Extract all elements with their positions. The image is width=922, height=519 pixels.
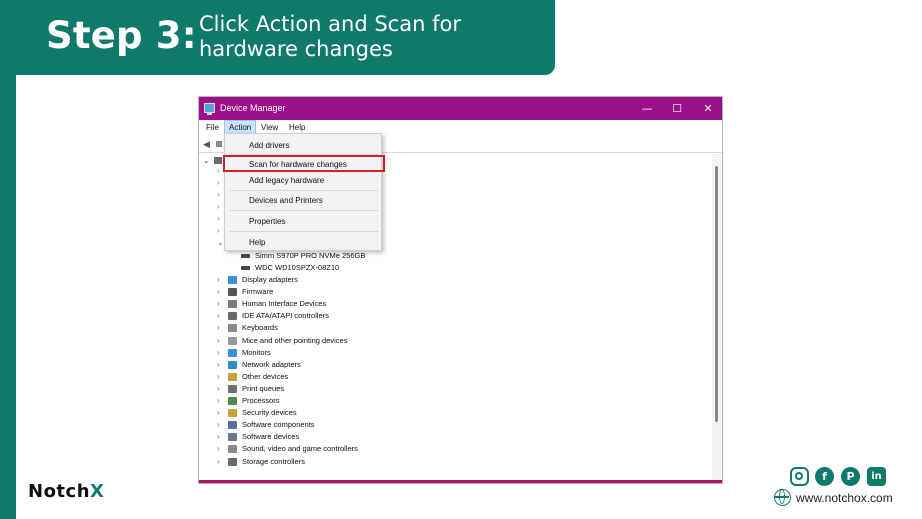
chevron-right-icon[interactable]: › (217, 298, 225, 310)
chevron-right-icon[interactable]: › (217, 359, 225, 371)
back-arrow-icon[interactable]: ◀ (203, 139, 213, 149)
left-accent-strip (0, 0, 16, 519)
pinterest-icon[interactable]: P (841, 467, 860, 486)
menu-file[interactable]: File (202, 120, 223, 135)
monitor-icon (228, 348, 237, 357)
website-link[interactable]: www.notchox.com (796, 490, 893, 506)
disk-drive-icon (241, 254, 250, 258)
menu-item-properties[interactable]: Properties (249, 216, 285, 227)
network-adapter-icon (228, 360, 237, 369)
facebook-icon[interactable]: f (815, 467, 834, 486)
display-adapter-icon (228, 276, 237, 284)
other-devices-icon (228, 372, 237, 381)
device-manager-icon (204, 103, 215, 115)
minimize-button[interactable]: — (632, 97, 662, 120)
menu-separator (230, 190, 378, 191)
step-label: Step 3: (46, 14, 197, 57)
printer-icon (228, 384, 237, 393)
computer-icon (214, 157, 222, 164)
notchox-logo: NotchX (28, 481, 105, 502)
title-bar[interactable]: Device Manager — ☐ ✕ (199, 97, 722, 120)
security-device-icon (228, 409, 237, 418)
linkedin-icon[interactable]: in (867, 467, 886, 486)
chevron-right-icon[interactable]: › (217, 407, 225, 419)
close-button[interactable]: ✕ (693, 97, 722, 120)
chevron-right-icon[interactable]: › (217, 347, 225, 359)
scan-highlight-box (223, 155, 385, 172)
chevron-right-icon[interactable]: › (217, 443, 225, 455)
chevron-right-icon[interactable]: › (217, 310, 225, 322)
vertical-scrollbar[interactable] (712, 154, 721, 480)
chevron-right-icon[interactable]: › (217, 383, 225, 395)
disk-drive-icon (241, 266, 250, 270)
software-component-icon (228, 421, 237, 430)
chevron-right-icon[interactable]: › (217, 335, 225, 347)
menu-item-help[interactable]: Help (249, 237, 265, 248)
hid-icon (228, 300, 237, 309)
step-banner: Step 3: Click Action and Scan for hardwa… (0, 0, 555, 75)
device-manager-window: Device Manager — ☐ ✕ File Action View He… (198, 96, 723, 484)
toolbar-button-icon[interactable] (216, 141, 222, 147)
chevron-right-icon[interactable]: › (217, 214, 220, 223)
chevron-right-icon[interactable]: › (217, 456, 225, 468)
step-description: Click Action and Scan for hardware chang… (199, 12, 461, 61)
firmware-icon (228, 288, 237, 297)
menu-item-devices-printers[interactable]: Devices and Printers (249, 195, 323, 206)
keyboard-icon (228, 324, 237, 333)
chevron-right-icon[interactable]: › (217, 395, 225, 407)
chevron-right-icon[interactable]: › (217, 166, 220, 175)
mouse-icon (228, 336, 237, 345)
chevron-down-icon[interactable]: ⌄ (203, 156, 210, 165)
chevron-right-icon[interactable]: › (217, 419, 225, 431)
processor-icon (228, 397, 237, 405)
chevron-right-icon[interactable]: › (217, 431, 225, 443)
menu-item-add-drivers[interactable]: Add drivers (249, 140, 289, 151)
storage-controller-icon (228, 457, 237, 466)
ide-controller-icon (228, 312, 237, 321)
sound-icon (228, 445, 237, 454)
chevron-right-icon[interactable]: › (217, 226, 220, 235)
chevron-down-icon[interactable]: ⌄ (217, 238, 224, 247)
menu-separator (230, 210, 378, 211)
software-device-icon (228, 433, 237, 442)
chevron-right-icon[interactable]: › (217, 178, 220, 187)
scrollbar-thumb[interactable] (715, 166, 718, 422)
chevron-right-icon[interactable]: › (217, 202, 220, 211)
menu-item-add-legacy-hardware[interactable]: Add legacy hardware (249, 175, 324, 186)
chevron-right-icon[interactable]: › (217, 322, 225, 334)
chevron-right-icon[interactable]: › (217, 274, 225, 286)
action-dropdown-menu: Add drivers Scan for hardware changes Ad… (223, 133, 385, 251)
chevron-right-icon[interactable]: › (217, 371, 225, 383)
globe-icon (774, 489, 791, 506)
chevron-right-icon[interactable]: › (217, 286, 225, 298)
maximize-button[interactable]: ☐ (662, 97, 692, 120)
chevron-right-icon[interactable]: › (217, 190, 220, 199)
window-title: Device Manager (220, 103, 286, 113)
menu-separator (230, 231, 378, 232)
instagram-icon[interactable] (790, 467, 809, 486)
